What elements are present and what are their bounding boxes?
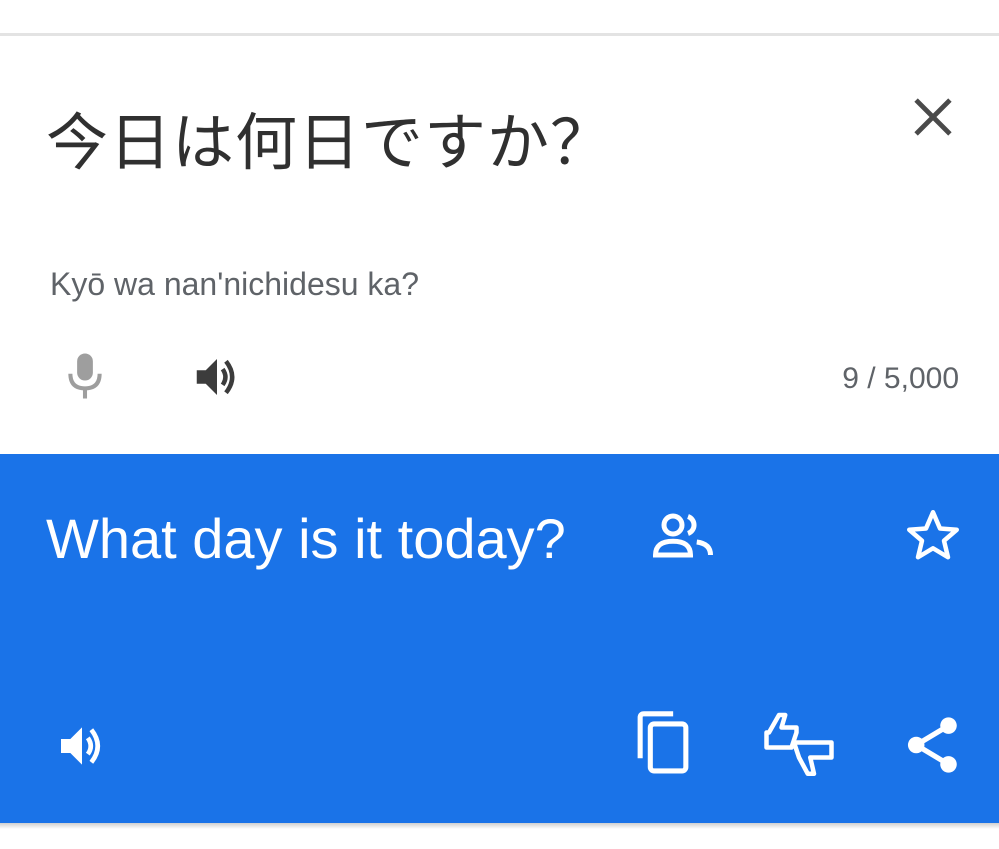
character-count: 9 / 5,000 — [842, 362, 959, 395]
source-panel: 今日は何日ですか？ Kyō wa nan'nichidesu ka? 9 / 5… — [0, 36, 999, 454]
translation-text[interactable]: What day is it today? — [46, 506, 566, 571]
romanization-text: Kyō wa nan'nichidesu ka? — [50, 266, 420, 302]
copy-icon[interactable] — [632, 710, 694, 776]
source-text[interactable]: 今日は何日ですか？ — [46, 92, 613, 182]
panel-shadow — [0, 823, 999, 829]
speaker-icon[interactable] — [52, 718, 112, 774]
speaker-icon[interactable] — [188, 350, 246, 404]
mic-icon[interactable] — [58, 346, 112, 406]
close-icon[interactable] — [904, 88, 962, 146]
community-verified-icon[interactable] — [650, 510, 716, 560]
share-icon[interactable] — [902, 714, 964, 776]
star-outline-icon[interactable] — [902, 506, 964, 566]
thumbs-feedback-icon[interactable] — [760, 710, 838, 780]
translation-panel: What day is it today? — [0, 454, 999, 823]
